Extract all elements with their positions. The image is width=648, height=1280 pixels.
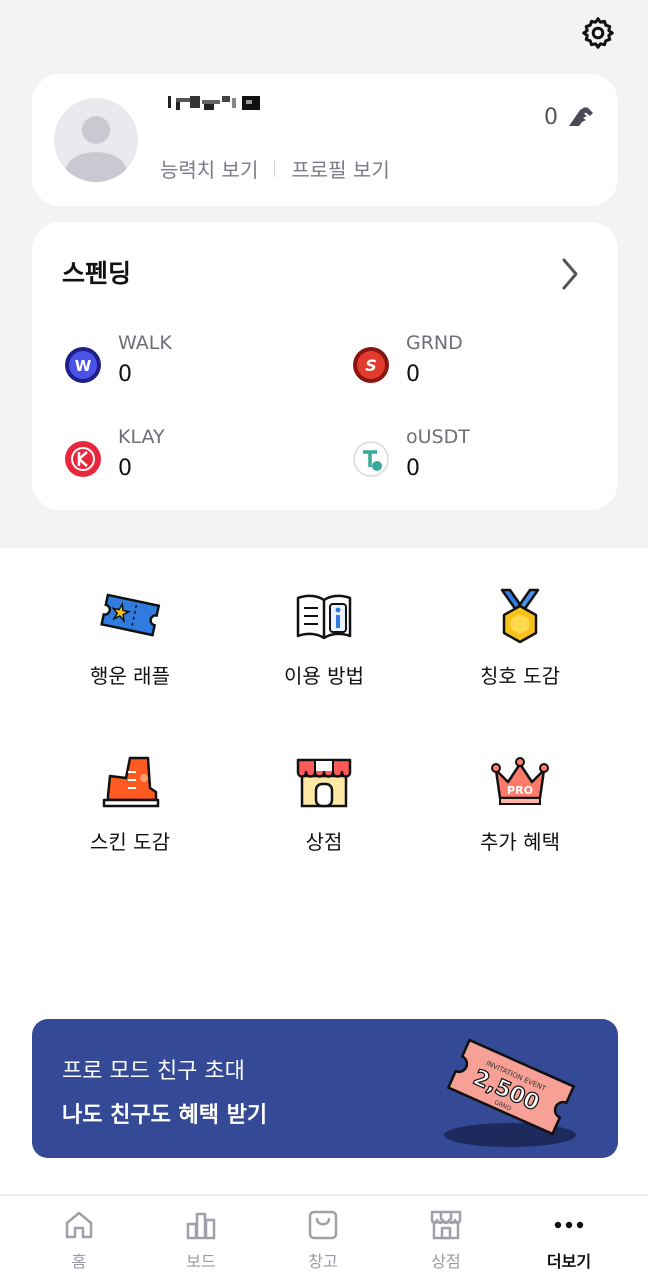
nav-home[interactable]: 홈 [29, 1208, 129, 1272]
token-name: oUSDT [406, 426, 470, 448]
chart-icon [186, 1212, 216, 1240]
menu-store[interactable]: 상점 [226, 752, 422, 855]
shoe-count-value: 0 [544, 104, 558, 130]
ticket-icon [100, 593, 161, 637]
invite-banner[interactable]: 프로 모드 친구 초대 나도 친구도 혜택 받기 INVITATION EVEN… [32, 1019, 618, 1158]
token-name: WALK [118, 332, 172, 354]
menu-skin-collection[interactable]: 스킨 도감 [32, 752, 228, 855]
more-icon [554, 1221, 584, 1229]
nav-board[interactable]: 보드 [151, 1208, 251, 1272]
walk-coin-icon: W [65, 347, 101, 383]
default-avatar-icon [66, 116, 126, 182]
token-value: 0 [118, 456, 132, 481]
svg-text:W: W [75, 357, 92, 375]
menu-how-to-use[interactable]: 이용 방법 [226, 586, 422, 689]
menu-label: 스킨 도감 [90, 830, 170, 854]
nav-more[interactable]: 더보기 [519, 1208, 619, 1272]
menu-title-collection[interactable]: 칭호 도감 [422, 586, 618, 689]
banner-line2: 나도 친구도 혜택 받기 [62, 1103, 268, 1128]
nav-label: 상점 [431, 1252, 461, 1271]
shop-icon [430, 1210, 462, 1240]
banner-line1: 프로 모드 친구 초대 [62, 1059, 245, 1084]
ousdt-coin-icon [353, 441, 389, 477]
token-name: KLAY [118, 426, 165, 448]
token-grnd: S GRND 0 [352, 332, 592, 392]
klay-coin-icon [65, 441, 101, 477]
profile-links: 능력치 보기 프로필 보기 [160, 154, 390, 183]
bottom-nav: 홈 보드 창고 상점 더보기 [0, 1194, 648, 1280]
nav-label: 창고 [308, 1252, 338, 1271]
menu-lucky-raffle[interactable]: 행운 래플 [32, 586, 228, 689]
token-walk: W WALK 0 [64, 332, 304, 392]
pro-crown-icon: PRO [491, 757, 549, 805]
svg-text:S: S [365, 356, 377, 375]
avatar[interactable] [54, 98, 138, 182]
profile-card: 능력치 보기 프로필 보기 0 [32, 74, 618, 206]
sneaker-count-icon [569, 107, 593, 126]
token-value: 0 [118, 362, 132, 387]
menu-label: 상점 [305, 830, 343, 854]
medal-icon [500, 588, 540, 644]
spending-card[interactable]: 스펜딩 W WALK 0 S GRND 0 KLAY 0 oUSDT 0 [32, 222, 618, 510]
token-value: 0 [406, 456, 420, 481]
nav-storage[interactable]: 창고 [273, 1208, 373, 1272]
menu-label: 추가 혜택 [480, 830, 560, 854]
token-klay: KLAY 0 [64, 426, 304, 486]
token-name: GRND [406, 332, 463, 354]
sneaker-icon [102, 756, 160, 808]
book-icon [296, 594, 352, 640]
username-redacted [160, 94, 272, 112]
token-value: 0 [406, 362, 420, 387]
token-ousdt: oUSDT 0 [352, 426, 592, 486]
settings-button[interactable] [578, 13, 618, 53]
shoe-count[interactable]: 0 [544, 104, 596, 130]
nav-shop[interactable]: 상점 [396, 1208, 496, 1272]
pro-badge-text: PRO [507, 784, 533, 797]
divider [274, 160, 276, 177]
menu-extra-benefits[interactable]: PRO 추가 혜택 [422, 752, 618, 855]
nav-label: 보드 [186, 1252, 216, 1271]
home-icon [65, 1211, 93, 1239]
profile-link[interactable]: 프로필 보기 [291, 154, 389, 183]
store-icon [296, 758, 352, 808]
invitation-ticket-icon: INVITATION EVENT 2,500 GRND [444, 1038, 576, 1147]
menu-label: 칭호 도감 [480, 664, 560, 688]
gear-icon [582, 17, 614, 49]
nav-label: 더보기 [546, 1252, 592, 1271]
menu-label: 이용 방법 [284, 664, 364, 688]
chevron-right-icon[interactable] [558, 256, 582, 292]
bag-icon [308, 1210, 338, 1240]
menu-label: 행운 래플 [90, 664, 170, 688]
grnd-coin-icon: S [353, 347, 389, 383]
spending-title: 스펜딩 [62, 259, 132, 288]
nav-label: 홈 [71, 1252, 87, 1271]
stats-link[interactable]: 능력치 보기 [160, 154, 258, 183]
